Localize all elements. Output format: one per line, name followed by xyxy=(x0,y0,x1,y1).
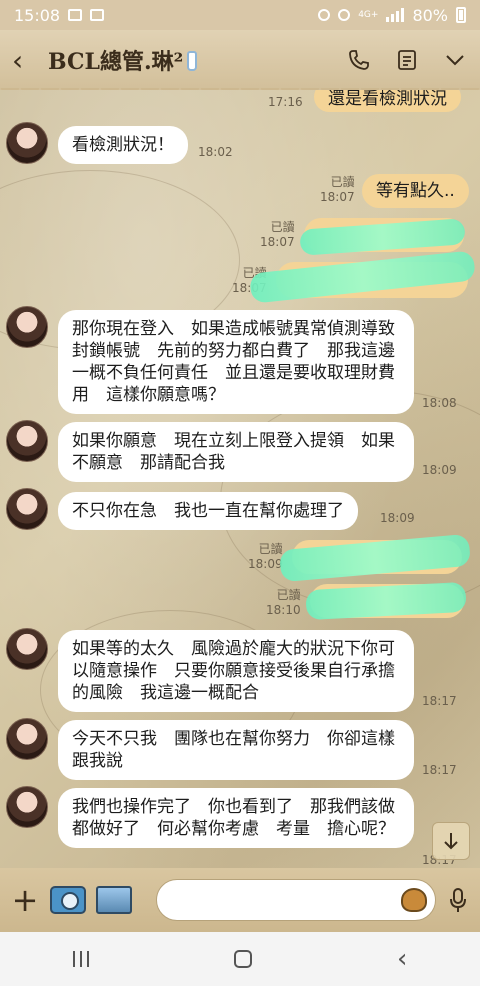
message-bubble-in[interactable]: 不只你在急 我也一直在幫你處理了 xyxy=(58,492,358,530)
sticker-icon[interactable] xyxy=(401,888,427,912)
message-time: 18:17 xyxy=(422,763,457,777)
message-time: 18:09 xyxy=(380,511,415,525)
avatar[interactable] xyxy=(6,122,48,164)
alarm-icon xyxy=(318,9,331,21)
back-nav-icon[interactable]: ‹ xyxy=(397,944,407,974)
message-bubble-in[interactable]: 如果你願意 現在立刻上限登入提領 如果不願意 那請配合我 xyxy=(58,422,414,482)
avatar[interactable] xyxy=(6,420,48,462)
avatar[interactable] xyxy=(6,786,48,828)
message-bubble-in[interactable]: 如果等的太久 風險過於龐大的狀況下你可以隨意操作 只要你願意接受後果自行承擔的風… xyxy=(58,630,414,712)
microphone-icon[interactable] xyxy=(446,887,470,913)
mute-icon xyxy=(338,9,351,21)
avatar[interactable] xyxy=(6,718,48,760)
home-icon[interactable] xyxy=(233,950,252,968)
message-bubble-in[interactable]: 那你現在登入 如果造成帳號異常偵測導致封鎖帳號 先前的努力都白費了 那我這邊一概… xyxy=(58,310,414,414)
avatar[interactable] xyxy=(6,628,48,670)
plus-icon[interactable]: + xyxy=(10,881,40,919)
message-time: 18:08 xyxy=(422,396,457,410)
status-time: 15:08 xyxy=(14,5,61,25)
message-time: 18:17 xyxy=(422,694,457,708)
read-receipt: 已讀 18:09 xyxy=(248,542,283,571)
message-bubble-in[interactable]: 我們也操作完了 你也看到了 那我們該做都做好了 何必幫你考慮 考量 擔心呢？ xyxy=(58,788,414,848)
chat-title: BCL總管.琳² xyxy=(48,44,346,76)
scroll-to-bottom-button[interactable] xyxy=(432,822,470,860)
read-receipt: 已讀 18:07 xyxy=(320,175,355,204)
back-icon[interactable]: ‹ xyxy=(12,44,42,77)
message-input[interactable] xyxy=(157,880,435,920)
gallery-icon xyxy=(68,9,83,21)
message-time: 18:09 xyxy=(422,463,457,477)
image-icon[interactable] xyxy=(96,886,132,914)
message-bubble-out[interactable]: 等有點久.. xyxy=(362,174,469,208)
message-time: 18:02 xyxy=(198,145,233,159)
status-bar: 15:08 4G+ 80% xyxy=(0,0,480,30)
baby-bottle-icon xyxy=(187,51,198,71)
signal-icon xyxy=(386,8,405,22)
read-receipt: 已讀 18:10 xyxy=(266,588,301,617)
recent-apps-icon[interactable] xyxy=(72,951,89,967)
message-bubble-in[interactable]: 看檢測狀況！ xyxy=(58,126,188,164)
message-time: 17:16 xyxy=(268,95,303,109)
message-field xyxy=(156,879,436,921)
call-icon[interactable] xyxy=(346,47,372,73)
arrow-down-icon xyxy=(444,833,458,850)
message-bubble-out[interactable]: 還是看檢測狀況 xyxy=(314,90,461,112)
avatar[interactable] xyxy=(6,306,48,348)
read-receipt: 已讀 18:07 xyxy=(260,220,295,249)
message-input-bar: + xyxy=(0,868,480,932)
battery-percent: 80% xyxy=(412,5,448,25)
message-bubble-in[interactable]: 今天不只我 團隊也在幫你努力 你卻這樣跟我說 xyxy=(58,720,414,780)
camera-icon[interactable] xyxy=(50,886,86,914)
chevron-down-icon[interactable] xyxy=(442,47,468,73)
chat-header: ‹ BCL總管.琳² xyxy=(0,30,480,98)
notes-icon[interactable] xyxy=(394,47,420,73)
chat-area[interactable]: 17:16 還是看檢測狀況 看檢測狀況！ 18:02 已讀 18:07 等有點久.… xyxy=(0,90,480,868)
youtube-icon xyxy=(90,9,105,21)
avatar[interactable] xyxy=(6,488,48,530)
battery-icon xyxy=(456,7,466,23)
network-type: 4G+ xyxy=(358,10,379,20)
system-nav-bar: ‹ xyxy=(0,932,480,986)
